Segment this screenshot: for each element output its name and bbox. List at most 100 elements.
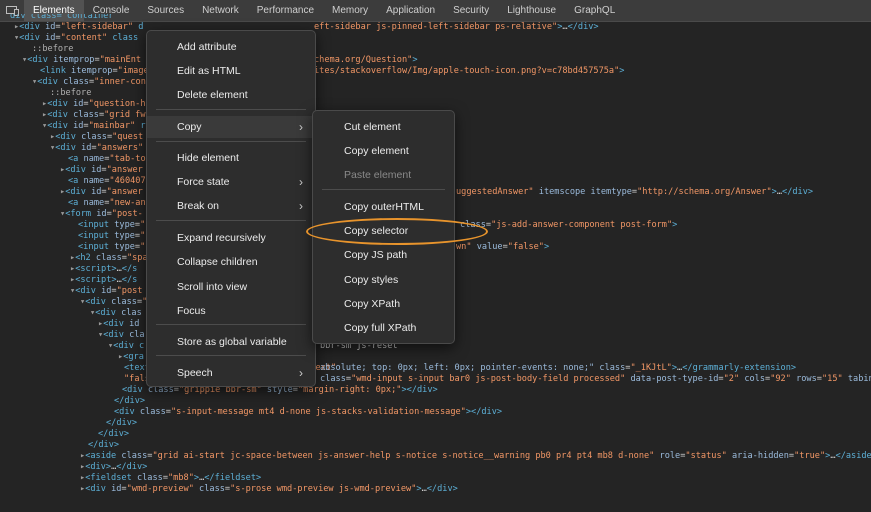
dom-tree-node[interactable]: ::before — [32, 44, 73, 55]
code-token: id — [45, 33, 56, 43]
dom-tree-node[interactable]: ▾<div class="inner-con — [32, 77, 146, 88]
code-token: r — [135, 121, 146, 131]
dom-tree-node[interactable]: <input type=" — [78, 242, 145, 253]
dom-tree-node[interactable]: ▸<div>…</div> — [80, 462, 147, 473]
dom-tree-node[interactable]: ▾<div c — [108, 341, 144, 352]
menu-item-add-attribute[interactable]: Add attribute — [147, 36, 315, 58]
dom-tree-node[interactable]: ▾<div cla — [98, 330, 145, 341]
dom-tree-node[interactable]: ▸<div class="quest — [50, 132, 143, 143]
dom-tree-node[interactable]: ▾<div id="mainbar" r — [42, 121, 146, 132]
code-token: class — [107, 33, 139, 43]
code-token: ::before — [50, 88, 92, 98]
code-token: role — [654, 451, 681, 461]
menu-item-break-on[interactable]: Break on › — [147, 195, 315, 217]
menu-item-edit-as-html[interactable]: Edit as HTML — [147, 60, 315, 82]
copy-menu-item-copy-styles[interactable]: Copy styles — [313, 269, 454, 291]
code-token: " — [140, 242, 146, 252]
dom-tree-node[interactable]: ▸<div id="answer — [60, 165, 143, 176]
menu-item-label: Paste element — [344, 169, 412, 181]
dom-tree-node[interactable]: ▾<div clas — [90, 308, 142, 319]
copy-menu-item-copy-outerhtml[interactable]: Copy outerHTML — [313, 196, 454, 218]
dom-tree-node[interactable]: ▸<gra — [118, 352, 144, 363]
dom-tree-node[interactable]: <div class="s-input-message mt4 d-none j… — [114, 407, 502, 418]
dom-tree-node[interactable]: <link itemprop="image — [40, 66, 149, 77]
dom-tree-node[interactable]: div class="container" — [10, 14, 119, 22]
menu-item-collapse-children[interactable]: Collapse children — [147, 251, 315, 273]
code-token: > — [412, 55, 418, 65]
dom-tree-node[interactable]: <input type=" — [78, 231, 145, 242]
menu-item-scroll-into-view[interactable]: Scroll into view — [147, 276, 315, 298]
dom-tree-node-tail: eft-sidebar js-pinned-left-sidebar ps-re… — [314, 22, 599, 33]
dom-tree-node[interactable]: ▸<fieldset class="mb8">…</fieldset> — [80, 473, 261, 484]
code-token: > — [672, 220, 678, 230]
dom-tree-node[interactable]: ▾<div id="content" class — [14, 33, 138, 44]
menu-item-speech[interactable]: Speech › — [147, 362, 315, 384]
dom-tree-node[interactable]: ▸<div id="answer — [60, 187, 143, 198]
code-token: > — [543, 242, 550, 252]
code-token: "post — [116, 286, 143, 296]
dom-tree-node[interactable]: ▾<div id="post — [70, 286, 142, 297]
code-token: ></div> — [465, 407, 503, 417]
code-token: "spa — [126, 253, 148, 263]
dom-tree-node-tail: absolute; top: 0px; left: 0px; pointer-e… — [320, 363, 796, 374]
code-token: <a — [68, 154, 84, 164]
dom-tree-node[interactable]: ▸<div id — [98, 319, 139, 330]
dom-tree-node[interactable]: <a name="new-an — [68, 198, 146, 209]
copy-menu-item-copy-element[interactable]: Copy element — [313, 140, 454, 162]
menu-item-hide-element[interactable]: Hide element — [147, 147, 315, 169]
code-token: "2" — [723, 374, 740, 384]
dom-tree-node-tail: ites/stackoverflow/Img/apple-touch-icon.… — [314, 66, 624, 77]
dom-tree-node[interactable]: ::before — [50, 88, 91, 99]
menu-item-label: Store as global variable — [177, 336, 287, 348]
code-token: <div — [19, 33, 46, 43]
dom-tree-node[interactable]: </div> — [98, 429, 129, 440]
dom-tree-node[interactable]: ▸<h2 class="spa — [70, 253, 148, 264]
dom-tree-node[interactable]: </div> — [114, 396, 145, 407]
copy-menu-item-cut-element[interactable]: Cut element — [313, 116, 454, 138]
dom-tree-node[interactable]: ▸<div id="wmd-preview" class="s-prose wm… — [80, 484, 458, 495]
code-token: <input — [78, 231, 115, 241]
code-token: </div> — [116, 462, 148, 472]
menu-item-expand-recursively[interactable]: Expand recursively — [147, 227, 315, 249]
menu-item-force-state[interactable]: Force state › — [147, 171, 315, 193]
dom-tree-node[interactable]: <a name="460407 — [68, 176, 146, 187]
code-token: cla — [129, 330, 145, 340]
code-token: class — [63, 77, 89, 87]
dom-tree-node[interactable]: ▸<div id="left-sidebar" d — [14, 22, 143, 33]
dom-tree-node[interactable]: ▾<form id="post- — [60, 209, 143, 220]
chevron-right-icon: › — [299, 120, 303, 134]
code-token: "tab-to — [109, 154, 146, 164]
code-token: "content" — [60, 33, 108, 43]
menu-item-focus[interactable]: Focus — [147, 300, 315, 322]
menu-item-store-as-global-variable[interactable]: Store as global variable — [147, 331, 315, 353]
dom-tree-node[interactable]: </div> — [106, 418, 137, 429]
code-token: id — [96, 209, 107, 219]
dom-tree-node[interactable]: ▾<div id="answers" — [50, 143, 143, 154]
dom-tree-node[interactable]: ▸<script>…</s — [70, 264, 137, 275]
menu-item-label: Focus — [177, 305, 206, 317]
chevron-right-icon: › — [299, 366, 303, 380]
dom-tree-node[interactable]: ▾<div itemprop="mainEnt — [22, 55, 141, 66]
code-token: class — [594, 363, 626, 373]
dom-tree-node[interactable]: </div> — [88, 440, 119, 451]
dom-tree-node[interactable]: ▸<div class="grid fw — [42, 110, 146, 121]
dom-tree-node[interactable]: ▸<div id="question-h — [42, 99, 146, 110]
copy-menu-item-copy-full-xpath[interactable]: Copy full XPath — [313, 317, 454, 339]
code-token: </div> — [782, 187, 814, 197]
menu-item-copy[interactable]: Copy › — [147, 116, 315, 138]
dom-tree-node[interactable]: ▸<aside class="grid ai-start jc-space-be… — [80, 451, 871, 462]
copy-menu-item-copy-xpath[interactable]: Copy XPath — [313, 293, 454, 315]
code-token: </div> — [98, 429, 130, 439]
code-token: <input — [78, 242, 115, 252]
chevron-right-icon: › — [299, 175, 303, 189]
menu-item-delete-element[interactable]: Delete element — [147, 84, 315, 106]
menu-item-label: Copy full XPath — [344, 322, 417, 334]
dom-tree-node[interactable]: <a name="tab-to — [68, 154, 146, 165]
code-token: "grid ai-start jc-space-between js-answe… — [152, 451, 655, 461]
dom-tree-node[interactable]: <input type=" — [78, 220, 145, 231]
code-token: itemprop — [71, 66, 113, 76]
copy-menu-item-copy-js-path[interactable]: Copy JS path — [313, 244, 454, 266]
dom-tree-node[interactable]: ▸<script>…</s — [70, 275, 137, 286]
menu-item-label: Collapse children — [177, 256, 258, 268]
dom-tree-node[interactable]: ▾<div class=" — [80, 297, 147, 308]
